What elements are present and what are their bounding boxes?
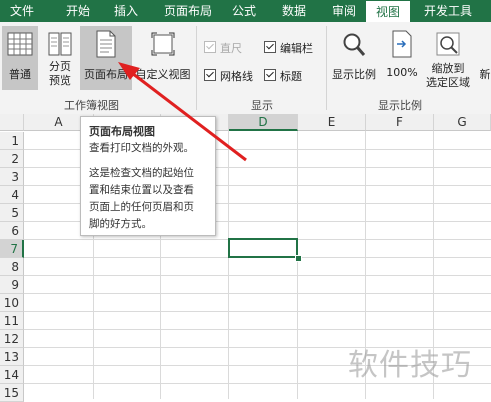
gridlines-checkbox-box: [204, 69, 216, 81]
zoom-button[interactable]: 显示比例: [330, 26, 378, 90]
row-header[interactable]: 12: [0, 330, 24, 348]
gridlines-checkbox[interactable]: 网格线: [204, 68, 253, 84]
row-header-selected[interactable]: 7: [0, 240, 24, 258]
workbook-views-group-label: 工作簿视图: [64, 99, 119, 112]
row-header[interactable]: 6: [0, 222, 24, 240]
row-header[interactable]: 11: [0, 312, 24, 330]
tooltip-desc-line: 脚的好方式。: [89, 218, 152, 230]
tab-page-layout[interactable]: 页面布局: [156, 0, 220, 22]
custom-views-icon: [151, 32, 175, 56]
headings-label: 标题: [280, 70, 302, 83]
column-header-g[interactable]: G: [434, 114, 491, 131]
ruler-checkbox[interactable]: 直尺: [204, 40, 242, 56]
group-separator: [326, 26, 327, 110]
show-group-label: 显示: [251, 99, 273, 112]
page-layout-tooltip: 页面布局视图 查看打印文档的外观。 这是检查文档的起始位 置和结束位置以及查看 …: [80, 116, 216, 236]
tab-review[interactable]: 审阅: [324, 0, 364, 22]
row-header[interactable]: 1: [0, 132, 24, 150]
formula-bar-checkbox-box: [264, 41, 276, 53]
zoom-label: 显示比例: [332, 68, 376, 81]
row-header[interactable]: 14: [0, 366, 24, 384]
row-header[interactable]: 8: [0, 258, 24, 276]
page-break-preview-button[interactable]: 分页 预览: [42, 26, 78, 94]
zoom-to-selection-button[interactable]: 缩放到 选定区域: [424, 26, 472, 94]
watermark: 软件技巧: [348, 348, 472, 383]
ruler-label: 直尺: [220, 42, 242, 55]
row-header[interactable]: 10: [0, 294, 24, 312]
row-header[interactable]: 3: [0, 168, 24, 186]
row-header[interactable]: 2: [0, 150, 24, 168]
column-header-e[interactable]: E: [298, 114, 366, 131]
group-separator: [196, 26, 197, 110]
headings-checkbox-box: [264, 69, 276, 81]
new-window-label: 新: [479, 68, 491, 81]
row-header[interactable]: 9: [0, 276, 24, 294]
column-header-d[interactable]: D: [229, 114, 298, 131]
row-header[interactable]: 13: [0, 348, 24, 366]
tab-insert[interactable]: 插入: [104, 0, 148, 22]
fill-handle[interactable]: [295, 255, 302, 262]
page-layout-icon: [96, 30, 116, 58]
normal-grid-icon: [7, 32, 33, 56]
tooltip-desc-line: 置和结束位置以及查看: [89, 184, 194, 196]
tab-home[interactable]: 开始: [56, 0, 100, 22]
tooltip-spacer: [89, 157, 207, 165]
tab-view[interactable]: 视图: [366, 1, 410, 22]
tab-developer[interactable]: 开发工具: [418, 0, 478, 22]
row-header[interactable]: 4: [0, 186, 24, 204]
tooltip-title: 页面布局视图: [89, 125, 155, 138]
normal-view-button[interactable]: 普通: [2, 26, 38, 90]
selected-cell-d7[interactable]: [228, 238, 298, 258]
gridlines-label: 网格线: [220, 70, 253, 83]
zoom-100-icon: [392, 30, 412, 58]
tab-formulas[interactable]: 公式: [224, 0, 264, 22]
custom-views-button[interactable]: 自定义视图: [134, 26, 192, 90]
page-break-label-2: 预览: [49, 74, 71, 87]
formula-bar-label: 编辑栏: [280, 42, 313, 55]
page-layout-label: 页面布局: [84, 68, 128, 81]
zoom-100-label: 100%: [386, 66, 418, 79]
page-layout-view-button[interactable]: 页面布局: [80, 26, 132, 90]
tab-file[interactable]: 文件: [0, 0, 44, 22]
formula-bar-checkbox[interactable]: 编辑栏: [264, 40, 313, 56]
zoom-group-label: 显示比例: [378, 99, 422, 112]
tooltip-desc-line: 这是检查文档的起始位: [89, 167, 194, 179]
row-header[interactable]: 15: [0, 384, 24, 402]
custom-views-label: 自定义视图: [135, 68, 191, 81]
zoom-selection-label-2: 选定区域: [426, 76, 470, 89]
new-window-button[interactable]: 新: [478, 66, 491, 82]
magnifier-icon: [343, 33, 366, 56]
zoom-100-button[interactable]: 100%: [382, 26, 422, 90]
tooltip-summary: 查看打印文档的外观。: [89, 142, 194, 154]
ribbon-panel: 普通 分页 预览 页面布局 自定义视图 工作簿视图 直尺 编辑栏 网格线 标题 …: [0, 22, 491, 115]
tooltip-desc-line: 页面上的任何页眉和页: [89, 201, 194, 213]
headings-checkbox[interactable]: 标题: [264, 68, 302, 84]
normal-view-label: 普通: [9, 68, 31, 81]
page-break-icon: [48, 32, 72, 56]
ruler-checkbox-box: [204, 41, 216, 53]
select-all-corner[interactable]: [0, 114, 24, 131]
row-header[interactable]: 5: [0, 204, 24, 222]
column-header-f[interactable]: F: [366, 114, 434, 131]
tab-data[interactable]: 数据: [274, 0, 314, 22]
zoom-selection-icon: [436, 32, 460, 56]
ribbon-tab-bar: 文件 开始 插入 页面布局 公式 数据 审阅 视图 开发工具: [0, 0, 491, 22]
